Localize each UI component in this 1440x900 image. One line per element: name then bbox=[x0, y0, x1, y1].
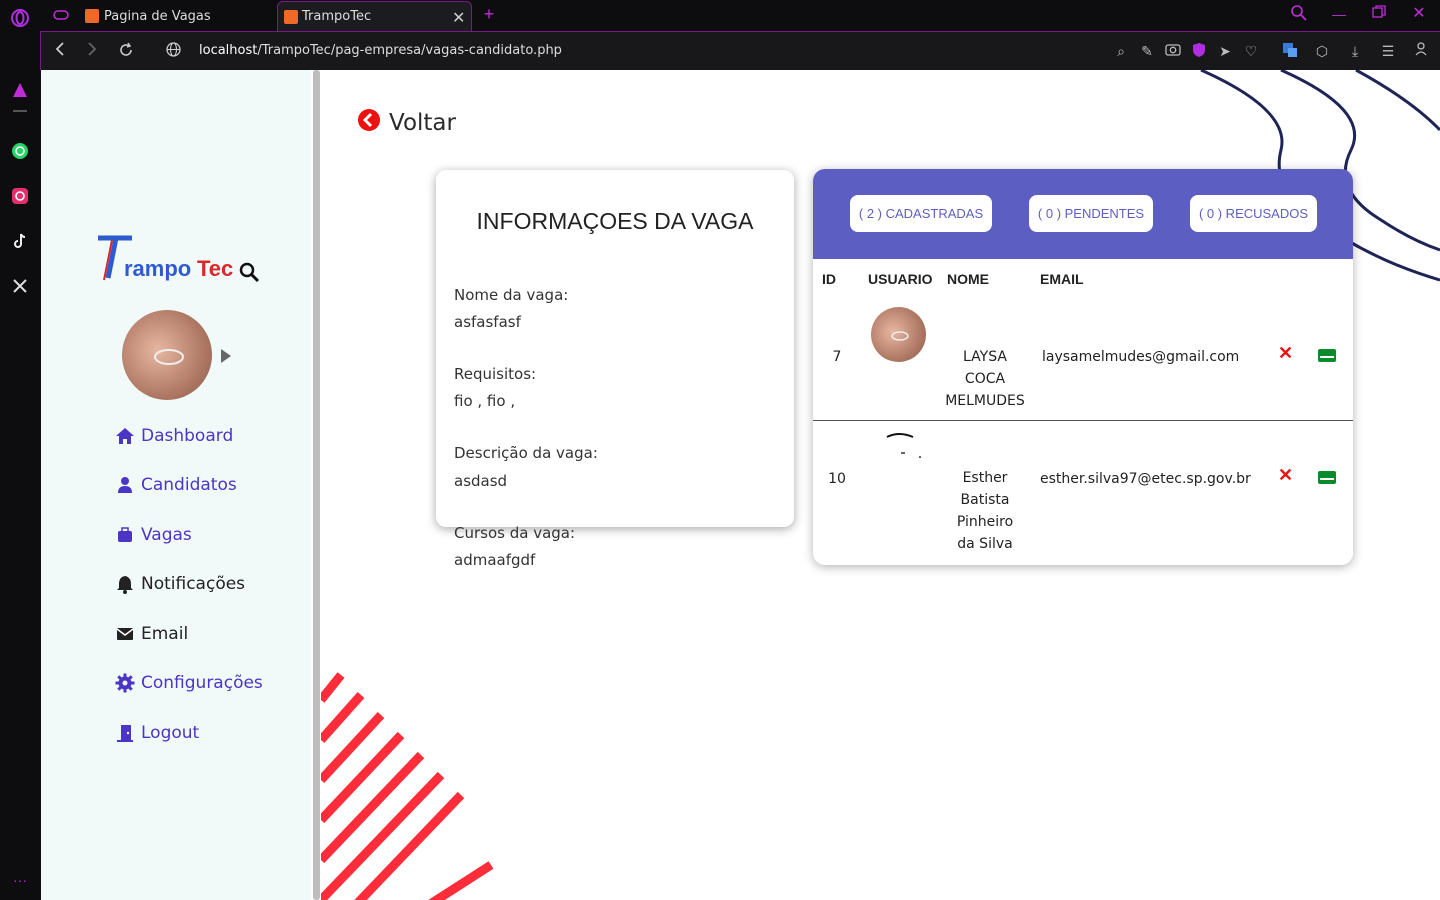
briefcase-icon bbox=[115, 525, 135, 545]
aria-icon[interactable] bbox=[10, 80, 30, 100]
row-name: Esther Batista Pinheiro da Silva bbox=[956, 470, 1014, 552]
home-icon bbox=[115, 426, 135, 446]
send-email-icon[interactable] bbox=[1318, 349, 1336, 362]
camera-icon[interactable] bbox=[1164, 42, 1182, 60]
search-page-icon[interactable]: ⌕ bbox=[1112, 42, 1130, 60]
row-id: 7 bbox=[832, 349, 842, 365]
bell-icon bbox=[115, 574, 135, 594]
download-icon[interactable]: ⤓ bbox=[1346, 42, 1364, 60]
sidebar-item-logout[interactable]: Logout bbox=[115, 723, 199, 743]
translate-icon[interactable] bbox=[1281, 42, 1299, 60]
minimize-icon[interactable]: — bbox=[1330, 5, 1348, 23]
search-tabs-icon[interactable] bbox=[1290, 5, 1308, 23]
address-bar: localhost/TrampoTec/pag-empresa/vagas-ca… bbox=[40, 31, 1440, 70]
close-window-icon[interactable]: ✕ bbox=[1410, 5, 1428, 23]
url-field[interactable]: localhost/TrampoTec/pag-empresa/vagas-ca… bbox=[199, 43, 562, 58]
restore-icon[interactable] bbox=[1370, 5, 1388, 23]
sidebar-item-dashboard[interactable]: Dashboard bbox=[115, 426, 233, 446]
filter-recusados-button[interactable]: ( 0 ) RECUSADOS bbox=[1190, 195, 1317, 232]
courses-value: admaafgdf bbox=[454, 551, 536, 569]
whatsapp-icon[interactable] bbox=[10, 141, 30, 161]
sidebar-divider bbox=[13, 110, 27, 112]
svg-text:Tec: Tec bbox=[197, 256, 233, 281]
gear-icon bbox=[115, 673, 135, 693]
sidebar-item-configuracoes[interactable]: Configurações bbox=[115, 673, 263, 693]
reject-icon[interactable]: ✕ bbox=[1278, 465, 1293, 486]
svg-text:rampo: rampo bbox=[124, 256, 191, 281]
job-name-label: Nome da vaga: bbox=[454, 286, 569, 304]
column-header-id: ID bbox=[822, 271, 836, 287]
more-icon[interactable]: ··· bbox=[10, 870, 30, 890]
tab-bar: Pagina de Vagas ✕ TrampoTec ✕ + — ✕ bbox=[40, 0, 1440, 31]
send-icon[interactable]: ➤ bbox=[1216, 42, 1234, 60]
chevron-left-icon bbox=[357, 108, 381, 137]
back-nav-icon[interactable] bbox=[51, 42, 69, 60]
requirements-value: fio , fio , bbox=[454, 392, 516, 410]
profile-icon[interactable] bbox=[1412, 42, 1430, 60]
web-page: rampo Tec Dashboard Candidatos Vagas Not… bbox=[41, 70, 1440, 900]
sidebar-item-notificacoes[interactable]: Notificações bbox=[115, 574, 245, 594]
job-info-title: INFORMAÇOES DA VAGA bbox=[476, 208, 754, 234]
row-email: esther.silva97@etec.sp.gov.br bbox=[1040, 471, 1251, 487]
column-header-nome: NOME bbox=[947, 271, 989, 287]
row-email: laysamelmudes@gmail.com bbox=[1042, 349, 1240, 365]
requirements-label: Requisitos: bbox=[454, 365, 537, 383]
browser-sidebar: ··· bbox=[0, 0, 40, 900]
candidates-card: ( 2 ) CADASTRADAS ( 0 ) PENDENTES ( 0 ) … bbox=[813, 169, 1353, 565]
sidebar-item-candidatos[interactable]: Candidatos bbox=[115, 475, 237, 495]
trampotec-logo: rampo Tec bbox=[94, 230, 264, 290]
tiktok-icon[interactable] bbox=[10, 231, 30, 251]
sidebar-scrollbar[interactable] bbox=[313, 70, 320, 900]
candidates-header: ( 2 ) CADASTRADAS ( 0 ) PENDENTES ( 0 ) … bbox=[813, 169, 1353, 259]
sidebar-item-email[interactable]: Email bbox=[115, 624, 188, 644]
send-email-icon[interactable] bbox=[1318, 471, 1336, 484]
envelope-icon bbox=[115, 624, 135, 644]
reload-icon[interactable] bbox=[117, 42, 135, 60]
shield-icon[interactable] bbox=[1190, 42, 1208, 60]
globe-icon[interactable] bbox=[164, 42, 182, 60]
description-value: asdasd bbox=[454, 472, 508, 490]
avatar bbox=[871, 307, 926, 362]
menu-icon[interactable]: ☰ bbox=[1379, 42, 1397, 60]
row-id: 10 bbox=[828, 471, 846, 487]
new-tab-icon[interactable]: + bbox=[480, 5, 498, 23]
sidebar-item-vagas[interactable]: Vagas bbox=[115, 525, 192, 545]
gamepad-icon[interactable] bbox=[52, 7, 70, 25]
back-button[interactable]: Voltar bbox=[357, 108, 456, 137]
expand-caret-icon[interactable] bbox=[220, 348, 232, 369]
candidates-table: ID USUARIO NOME EMAIL 7 LAYSA COCA MELMU… bbox=[813, 259, 1353, 565]
xampp-favicon-icon bbox=[85, 9, 99, 23]
reject-icon[interactable]: ✕ bbox=[1278, 343, 1293, 364]
tab-trampotec[interactable]: TrampoTec ✕ bbox=[277, 1, 472, 31]
app-sidebar: rampo Tec Dashboard Candidatos Vagas Not… bbox=[41, 70, 311, 900]
cube-icon[interactable]: ⬡ bbox=[1313, 42, 1331, 60]
decorative-stripes bbox=[321, 672, 494, 900]
xampp-favicon-icon bbox=[284, 10, 298, 24]
x-twitter-icon[interactable] bbox=[10, 276, 30, 296]
avatar bbox=[871, 431, 926, 466]
courses-label: Cursos da vaga: bbox=[454, 524, 576, 542]
job-info-card: INFORMAÇOES DA VAGA Nome da vaga: asfasf… bbox=[436, 170, 794, 527]
column-header-usuario: USUARIO bbox=[868, 271, 933, 287]
instagram-icon[interactable] bbox=[10, 186, 30, 206]
avatar[interactable] bbox=[122, 310, 212, 400]
column-header-email: EMAIL bbox=[1040, 271, 1084, 287]
edit-icon[interactable]: ✎ bbox=[1138, 42, 1156, 60]
forward-nav-icon[interactable] bbox=[83, 42, 101, 60]
opera-logo-icon[interactable] bbox=[10, 8, 30, 28]
filter-cadastradas-button[interactable]: ( 2 ) CADASTRADAS bbox=[850, 195, 992, 232]
row-divider bbox=[813, 420, 1353, 421]
description-label: Descrição da vaga: bbox=[454, 444, 598, 462]
job-name-value: asfasfasf bbox=[454, 313, 521, 331]
user-icon bbox=[115, 475, 135, 495]
row-name: LAYSA COCA MELMUDES bbox=[945, 349, 1025, 409]
heart-icon[interactable]: ♡ bbox=[1242, 42, 1260, 60]
filter-pendentes-button[interactable]: ( 0 ) PENDENTES bbox=[1029, 195, 1153, 232]
close-tab-icon[interactable]: ✕ bbox=[452, 8, 465, 27]
door-icon bbox=[115, 723, 135, 743]
